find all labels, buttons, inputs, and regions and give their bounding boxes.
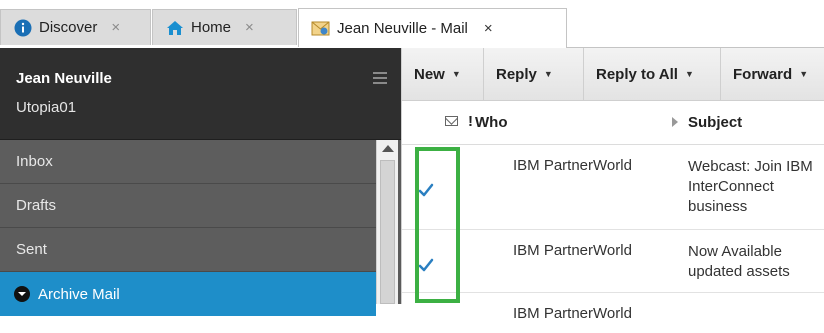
sidebar-item-label: Drafts	[16, 197, 57, 214]
new-button[interactable]: New ▼	[402, 48, 484, 100]
sidebar: Jean Neuville Utopia01 Inbox Drafts Sent…	[0, 48, 401, 316]
tab-home-label: Home	[191, 19, 232, 36]
who-column-header[interactable]: Who	[475, 114, 507, 131]
tab-discover-label: Discover	[39, 19, 98, 36]
scroll-up-arrow-icon[interactable]	[382, 145, 394, 152]
sidebar-header: Jean Neuville Utopia01	[0, 48, 401, 140]
table-row[interactable]: IBM PartnerWorld Now Available updated a…	[402, 230, 824, 293]
message-sender: IBM PartnerWorld	[513, 157, 632, 174]
reply-to-all-button-label: Reply to All	[596, 65, 678, 83]
mail-toolbar: New ▼ Reply ▼ Reply to All ▼ Forward ▼	[402, 48, 824, 101]
forward-button-label: Forward	[733, 65, 793, 83]
close-icon[interactable]: ×	[484, 20, 493, 37]
tab-mail[interactable]: Jean Neuville - Mail ×	[298, 8, 567, 47]
forward-button[interactable]: Forward ▼	[721, 48, 824, 100]
reply-button[interactable]: Reply ▼	[484, 48, 584, 100]
caret-down-icon: ▼	[451, 69, 461, 79]
tab-bar: Discover × Home × Jean Neuville - Mail ×	[0, 0, 824, 48]
close-icon[interactable]: ×	[111, 19, 120, 36]
folder-list: Inbox Drafts Sent Archive Mail	[0, 140, 376, 316]
new-button-label: New	[414, 65, 445, 83]
hamburger-menu-icon[interactable]	[373, 72, 387, 87]
message-subject: Now Available updated assets	[688, 243, 790, 280]
message-sender: IBM PartnerWorld	[513, 242, 632, 259]
tab-discover[interactable]: Discover ×	[0, 9, 151, 45]
home-icon	[165, 18, 185, 38]
scrollbar-thumb[interactable]	[380, 160, 395, 304]
chevron-down-icon[interactable]	[14, 286, 30, 302]
subject-column-header[interactable]: Subject	[688, 114, 742, 131]
tab-home[interactable]: Home ×	[152, 9, 297, 45]
sidebar-item-archive-mail[interactable]: Archive Mail	[0, 272, 376, 316]
sidebar-item-label: Archive Mail	[38, 285, 120, 303]
tab-mail-label: Jean Neuville - Mail	[337, 19, 468, 37]
caret-down-icon: ▼	[543, 69, 553, 79]
sidebar-item-sent[interactable]: Sent	[0, 228, 376, 272]
envelope-icon	[445, 116, 458, 126]
caret-down-icon: ▼	[799, 69, 809, 79]
sidebar-item-drafts[interactable]: Drafts	[0, 184, 376, 228]
close-icon[interactable]: ×	[245, 19, 254, 36]
selection-highlight-box	[415, 147, 460, 303]
reply-to-all-button[interactable]: Reply to All ▼	[584, 48, 721, 100]
mail-view: New ▼ Reply ▼ Reply to All ▼ Forward ▼ ! Who…	[401, 48, 824, 322]
table-row[interactable]: IBM PartnerWorld	[402, 293, 824, 333]
message-sender: IBM PartnerWorld	[513, 305, 632, 322]
sidebar-item-label: Inbox	[16, 153, 53, 170]
sidebar-item-inbox[interactable]: Inbox	[0, 140, 376, 184]
sidebar-item-label: Sent	[16, 241, 47, 258]
user-name: Jean Neuville	[16, 70, 112, 87]
mail-icon	[311, 18, 331, 38]
info-icon	[13, 18, 33, 38]
caret-down-icon: ▼	[684, 69, 694, 79]
server-name: Utopia01	[16, 99, 77, 116]
sort-arrow-icon[interactable]	[672, 117, 678, 127]
reply-button-label: Reply	[496, 65, 537, 83]
message-list-header: ! Who Subject	[402, 101, 824, 145]
table-row[interactable]: IBM PartnerWorld Webcast: Join IBM Inter…	[402, 145, 824, 230]
message-subject: Webcast: Join IBM InterConnect business	[688, 158, 813, 215]
importance-column-header[interactable]: !	[468, 113, 473, 130]
sidebar-scrollbar[interactable]	[376, 140, 398, 304]
